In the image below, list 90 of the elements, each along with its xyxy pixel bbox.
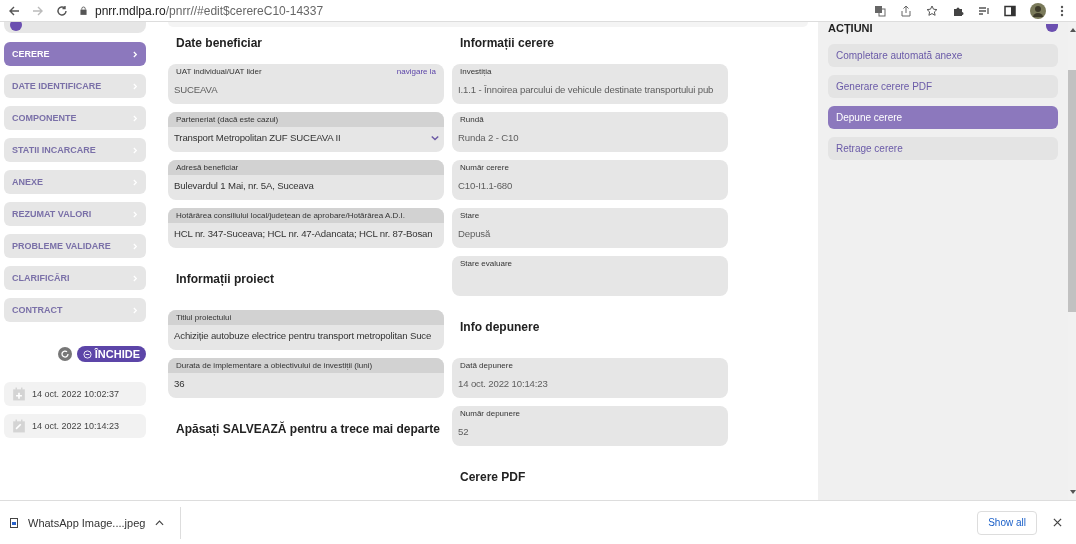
url-text: pnrr.mdlpa.ro/pnrr//#edit$cerereC10-14337 bbox=[95, 3, 324, 18]
translate-icon[interactable] bbox=[874, 4, 886, 17]
share-icon[interactable] bbox=[900, 4, 912, 17]
dropdown-field[interactable]: Parteneriat (dacă este cazul) Transport Metropolitan ZUF SUCEAVA II bbox=[168, 112, 444, 152]
field-label: Dată depunere bbox=[460, 361, 513, 371]
chevron-right-icon bbox=[133, 82, 138, 90]
minus-circle-icon bbox=[82, 349, 92, 359]
section-heading: Informații cerere bbox=[459, 35, 556, 52]
avatar-icon[interactable] bbox=[1030, 2, 1046, 19]
form-field[interactable]: Adresă beneficiar Bulevardul 1 Mai, nr. 5A, Suceava bbox=[168, 160, 444, 200]
sidebar-item[interactable]: DATE IDENTIFICARE bbox=[4, 74, 146, 98]
close-icon[interactable] bbox=[1053, 518, 1062, 527]
field-label: Stare evaluare bbox=[460, 259, 513, 269]
show-all-button[interactable]: Show all bbox=[977, 510, 1037, 535]
sidebar-item[interactable]: CONTRACT bbox=[4, 298, 146, 322]
chevron-right-icon bbox=[133, 50, 138, 58]
section-heading: Info depunere bbox=[459, 319, 541, 336]
field-label: Stare bbox=[460, 211, 480, 221]
menu-icon[interactable] bbox=[1060, 4, 1064, 17]
chevron-right-icon bbox=[133, 114, 138, 122]
field-value: C10-I1.1-680 bbox=[458, 180, 513, 191]
form-field[interactable]: Durata de implementare a obiectivului de investiții (luni) 36 bbox=[168, 358, 444, 398]
field-value: 52 bbox=[458, 426, 469, 437]
sidebar-item[interactable]: ANEXE bbox=[4, 170, 146, 194]
download-filename[interactable]: WhatsApp Image....jpeg bbox=[28, 516, 146, 529]
field-label: Titlul proiectului bbox=[176, 313, 232, 323]
field-label: UAT individual/UAT lider bbox=[176, 67, 262, 77]
playlist-icon[interactable] bbox=[978, 4, 990, 17]
section-heading: Date beneficiar bbox=[175, 35, 264, 52]
section-heading: Cerere PDF bbox=[459, 469, 527, 486]
scrollbar[interactable] bbox=[1068, 22, 1076, 500]
side-panel-icon[interactable] bbox=[1004, 4, 1016, 17]
sidebar-item[interactable]: STATII INCARCARE bbox=[4, 138, 146, 162]
timestamp-text: 14 oct. 2022 10:02:37 bbox=[32, 389, 120, 399]
sidebar-item[interactable]: COMPONENTE bbox=[4, 106, 146, 130]
field-value: Transport Metropolitan ZUF SUCEAVA II bbox=[174, 132, 341, 143]
timestamp-text: 14 oct. 2022 10:14:23 bbox=[32, 421, 120, 431]
section-heading: Informații proiect bbox=[175, 271, 275, 288]
chevron-right-icon bbox=[133, 210, 138, 218]
chevron-right-icon bbox=[133, 178, 138, 186]
sidebar-item[interactable]: CLARIFICĂRI bbox=[4, 266, 146, 290]
field-value: Runda 2 - C10 bbox=[458, 132, 519, 143]
header-badge-icon bbox=[10, 22, 22, 31]
star-icon[interactable] bbox=[926, 4, 938, 17]
field-value: HCL nr. 347-Suceava; HCL nr. 47-Adancata; HCL nr. 87-Bosan bbox=[174, 228, 433, 239]
sidebar-item[interactable]: REZUMAT VALORI bbox=[4, 202, 146, 226]
panel-badge-icon bbox=[1046, 24, 1058, 32]
field-value: Achiziție autobuze electrice pentru transport metropolitan Suce bbox=[174, 330, 432, 341]
refresh-icon[interactable] bbox=[57, 347, 72, 361]
field-value: Depusă bbox=[458, 228, 491, 239]
chevron-down-icon[interactable] bbox=[431, 134, 439, 141]
field-label: Număr depunere bbox=[460, 409, 521, 419]
field-value: SUCEAVA bbox=[174, 84, 218, 95]
scroll-thumb[interactable] bbox=[1068, 70, 1076, 312]
field-label: Hotărârea consiliului local/județean de aprobare/Hotărârea A.D.I. bbox=[176, 211, 406, 221]
calendar-edit-icon bbox=[12, 419, 26, 433]
field-label: Adresă beneficiar bbox=[176, 163, 239, 173]
section-heading: Apăsați SALVEAZĂ pentru a trece mai departe bbox=[175, 420, 441, 438]
address-field[interactable]: pnrr.mdlpa.ro/pnrr//#edit$cerereC10-14337 bbox=[80, 0, 862, 21]
sidebar-item[interactable]: CERERE bbox=[4, 42, 146, 66]
field-label: Parteneriat (dacă este cazul) bbox=[176, 115, 279, 125]
form-field[interactable]: Hotărârea consiliului local/județean de aprobare/Hotărârea A.D.I. HCL nr. 347-Suceava; HCL nr. 47-Adancata; HCL nr. 87-Bosan bbox=[168, 208, 444, 248]
chevron-right-icon bbox=[133, 146, 138, 154]
panel-title: ACȚIUNI bbox=[828, 22, 873, 34]
caret-icon[interactable] bbox=[155, 519, 165, 526]
reload-icon[interactable] bbox=[56, 4, 68, 17]
action-item[interactable]: Completare automată anexe bbox=[828, 44, 1058, 67]
close-button[interactable]: ÎNCHIDE bbox=[76, 346, 146, 362]
field-label: Durata de implementare a obiectivului de investiții (luni) bbox=[176, 361, 373, 371]
chevron-right-icon bbox=[133, 274, 138, 282]
action-item[interactable]: Depune cerere bbox=[828, 106, 1058, 129]
back-icon[interactable] bbox=[8, 4, 20, 17]
field-value: I.1.1 - Înnoirea parcului de vehicule destinate transportului pub bbox=[458, 84, 714, 95]
action-item[interactable]: Retrage cerere bbox=[828, 137, 1058, 160]
field-label: Rundă bbox=[460, 115, 484, 125]
field-value: Bulevardul 1 Mai, nr. 5A, Suceava bbox=[174, 180, 314, 191]
field-label: Investiția bbox=[460, 67, 492, 77]
field-label: Număr cerere bbox=[460, 163, 509, 173]
field-value: 36 bbox=[174, 378, 185, 389]
scroll-up-icon[interactable] bbox=[1070, 28, 1076, 32]
field-value: 14 oct. 2022 10:14:23 bbox=[458, 378, 548, 389]
calendar-plus-icon bbox=[12, 387, 26, 401]
chevron-right-icon bbox=[133, 242, 138, 250]
scroll-down-icon[interactable] bbox=[1070, 490, 1076, 494]
form-field[interactable]: Titlul proiectului Achiziție autobuze electrice pentru transport metropolitan Suce bbox=[168, 310, 444, 350]
action-item[interactable]: Generare cerere PDF bbox=[828, 75, 1058, 98]
sidebar-item[interactable]: PROBLEME VALIDARE bbox=[4, 234, 146, 258]
lock-icon bbox=[80, 6, 87, 15]
chevron-right-icon bbox=[133, 306, 138, 314]
file-icon bbox=[10, 517, 18, 528]
